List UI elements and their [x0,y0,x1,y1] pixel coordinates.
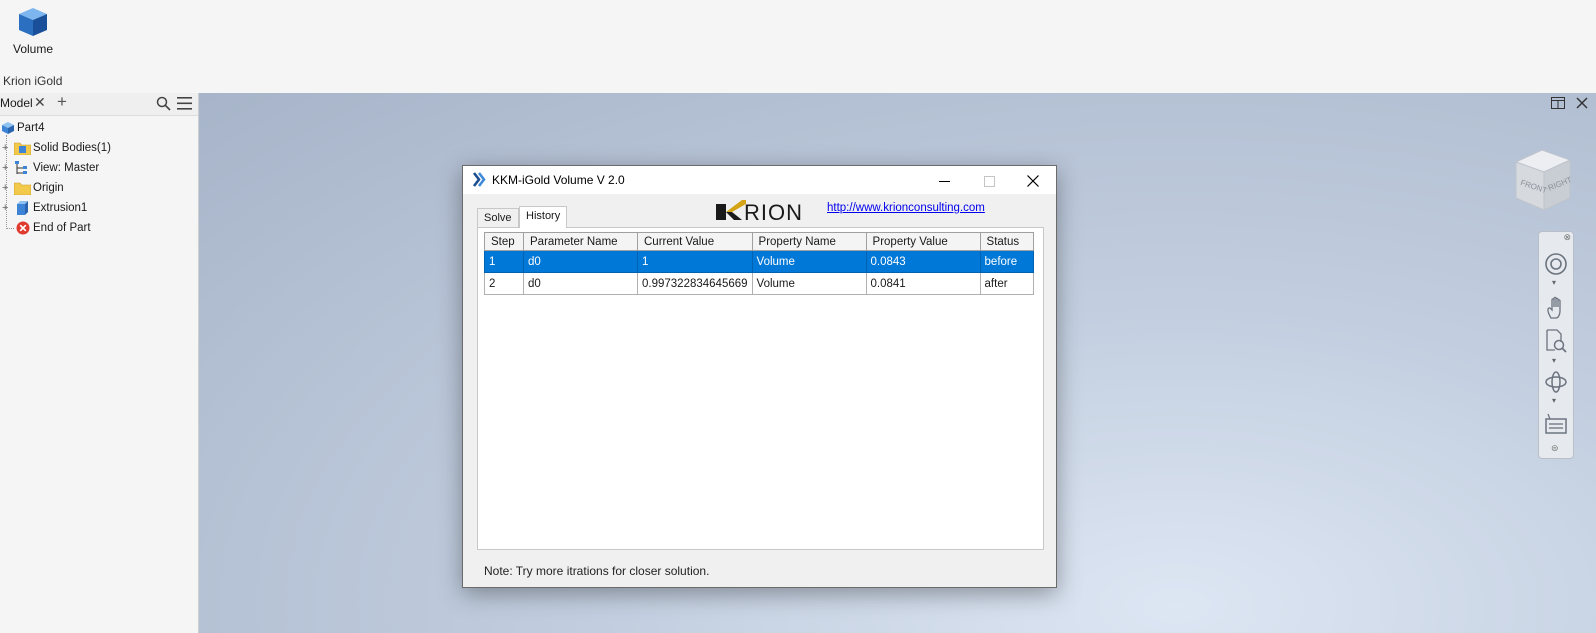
volume-dialog: KKM-iGold Volume V 2.0 K RION http://www… [462,165,1057,588]
pan-icon[interactable] [1544,296,1568,320]
column-header-step[interactable]: Step [484,232,524,251]
tree-item-label: Solid Bodies(1) [33,142,111,154]
browser-header: Model ✕ + [0,92,198,116]
viewcube[interactable]: FRONT RIGHT [1508,146,1578,214]
cell-current-value[interactable]: 1 [637,250,753,273]
table-row[interactable]: 1 d0 1 Volume 0.0843 before [484,250,1035,273]
cell-step[interactable]: 2 [484,272,524,295]
layout-icon[interactable] [1550,97,1565,109]
tree-item-label: View: Master [33,162,100,174]
close-button[interactable] [1011,166,1055,194]
column-header-property-value[interactable]: Property Value [865,232,981,251]
expand-icon[interactable]: + [2,203,10,214]
tab-model[interactable]: Model [0,96,33,110]
orbit-icon[interactable] [1544,370,1568,394]
tree-item-label: Extrusion1 [33,202,88,214]
model-browser: Model ✕ + Part4 + Solid Bodies(1) + View… [0,92,199,633]
close-icon [1027,175,1039,188]
dialog-title: KKM-iGold Volume V 2.0 [492,173,625,187]
cell-parameter-name[interactable]: d0 [523,250,638,273]
expand-icon[interactable]: + [2,183,10,194]
search-icon[interactable] [156,96,171,111]
part-icon [2,122,14,134]
note-text: Note: Try more itrations for closer solu… [484,564,710,578]
end-of-part-icon [16,221,30,235]
cell-parameter-name[interactable]: d0 [523,272,638,295]
tab-solve[interactable]: Solve [477,208,519,229]
table-row[interactable]: 2 d0 0.997322834645669 Volume 0.0841 aft… [484,272,1035,295]
cell-step[interactable]: 1 [484,250,524,273]
tree-item-label: Part4 [17,122,45,134]
history-tab-content: Step Parameter Name Current Value Proper… [477,227,1044,550]
tree-connector [6,228,14,229]
view-rep-icon [15,161,27,174]
chevron-down-icon[interactable]: ▾ [1552,356,1556,365]
folder-icon [14,142,31,155]
add-tab-icon[interactable]: + [57,92,67,112]
maximize-button [967,166,1011,194]
table-header-row: Step Parameter Name Current Value Proper… [484,232,1035,251]
volume-button[interactable]: Volume [8,4,58,56]
tree-item-label: End of Part [33,222,91,234]
cell-property-value[interactable]: 0.0843 [865,250,981,273]
chevron-down-icon[interactable]: ▾ [1552,278,1556,287]
cell-status[interactable]: before [979,250,1035,273]
column-header-status[interactable]: Status [979,232,1035,251]
krion-logo-text: RION [744,200,803,225]
cell-property-name[interactable]: Volume [751,272,867,295]
history-table[interactable]: Step Parameter Name Current Value Proper… [484,232,1035,295]
chevron-down-icon[interactable]: ▾ [1552,396,1556,405]
close-icon[interactable]: ✕ [34,94,46,111]
zoom-icon[interactable] [1544,328,1568,354]
app-logo-icon [472,172,486,187]
close-icon[interactable] [1576,97,1588,109]
krion-website-link[interactable]: http://www.krionconsulting.com [827,202,985,214]
expand-icon[interactable]: + [2,143,10,154]
customize-icon[interactable]: ⊜ [1551,443,1559,454]
cell-property-name[interactable]: Volume [751,250,867,273]
ribbon-panel-label: Krion iGold [3,74,63,88]
look-at-icon[interactable] [1544,412,1568,436]
close-icon[interactable]: ⊗ [1563,232,1571,243]
volume-cube-icon [19,8,47,36]
cell-property-value[interactable]: 0.0841 [865,272,981,295]
minimize-button[interactable] [922,166,966,194]
tab-history[interactable]: History [519,206,568,228]
dialog-titlebar[interactable]: KKM-iGold Volume V 2.0 [463,166,1056,194]
tree-item-label: Origin [33,182,64,194]
extrusion-icon [17,201,28,215]
minimize-icon [938,180,950,182]
column-header-current-value[interactable]: Current Value [637,232,753,251]
volume-button-label: Volume [12,42,54,56]
column-header-property-name[interactable]: Property Name [751,232,867,251]
navigation-bar: ⊗ ▾ ▾ ▾ ⊜ [1538,231,1574,459]
menu-icon[interactable] [177,97,192,110]
maximize-icon [983,175,995,187]
cell-status[interactable]: after [979,272,1035,295]
expand-icon[interactable]: + [2,163,10,174]
cell-current-value[interactable]: 0.997322834645669 [637,272,753,295]
ribbon: Volume Krion iGold [0,0,1596,94]
folder-icon [14,182,31,195]
steering-wheel-icon[interactable] [1544,252,1568,276]
viewport-top-icons [1550,97,1588,112]
column-header-parameter-name[interactable]: Parameter Name [523,232,638,251]
krion-logo-k-icon [716,200,746,220]
